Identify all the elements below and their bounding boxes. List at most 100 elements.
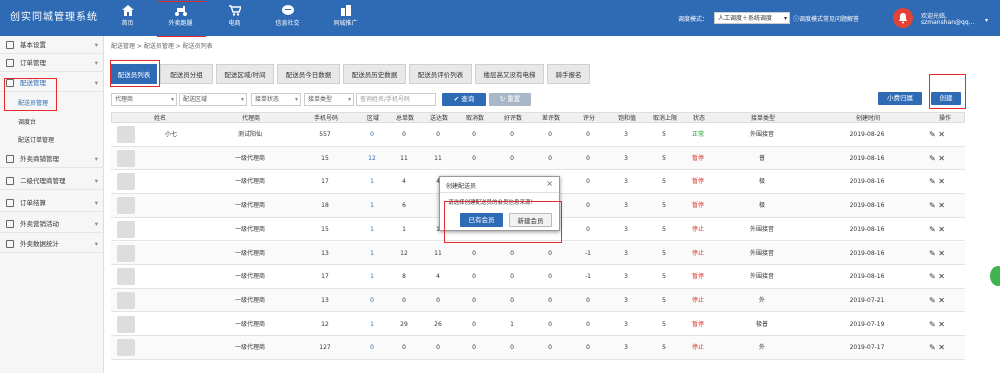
sidebar-item-delivery[interactable]: 配送管理 ▾ <box>0 74 104 92</box>
edit-icon[interactable]: ✎ <box>929 225 936 234</box>
nav-home[interactable]: 首页 <box>105 0 150 36</box>
cell-cancel: 0 <box>472 273 476 281</box>
dispatch-mode-label: 调度模式： <box>678 16 709 23</box>
delete-icon[interactable]: ✕ <box>936 177 945 186</box>
dispatch-mode-select[interactable]: 人工调度＋系统调度 ▾ <box>714 12 790 24</box>
cell-limit: 5 <box>662 202 666 210</box>
chevron-down-icon: ▾ <box>94 41 98 49</box>
edit-icon[interactable]: ✎ <box>929 272 936 281</box>
existing-member-button[interactable]: 已有会员 <box>460 213 503 227</box>
sidebar-item-shop-manage[interactable]: 外卖商铺管理 ▾ <box>0 150 104 168</box>
close-icon[interactable]: × <box>546 179 553 188</box>
cell-area: 12 <box>368 154 376 162</box>
query-button[interactable]: ✔ 查询 <box>442 93 486 106</box>
sidebar-sub-delivery-orders[interactable]: 配送订单管理 <box>0 133 104 148</box>
nav-social[interactable]: 信息社交 <box>265 0 310 36</box>
sidebar-item-label: 二级代理商管理 <box>20 177 66 185</box>
cell-type: 极 <box>758 178 765 186</box>
delete-icon[interactable]: ✕ <box>936 130 945 139</box>
avatar <box>117 126 135 143</box>
cell-status: 暂停 <box>691 178 704 186</box>
nav-promotion[interactable]: 同城推广 <box>323 0 368 36</box>
delete-icon[interactable]: ✕ <box>936 343 945 352</box>
edit-icon[interactable]: ✎ <box>929 296 936 305</box>
edit-icon[interactable]: ✎ <box>929 343 936 352</box>
sidebar-item-agent-manage[interactable]: 二级代理商管理 ▾ <box>0 172 104 190</box>
sidebar-item-basic-settings[interactable]: 基本设置 ▾ <box>0 36 104 54</box>
tab-history-data[interactable]: 配送员历史数据 <box>343 64 406 84</box>
cell-total: 12 <box>400 249 408 257</box>
sidebar-sub-dispatch[interactable]: 调度台 <box>0 115 104 130</box>
tab-reviews[interactable]: 配送员评价列表 <box>409 64 472 84</box>
chevron-down-icon: ▾ <box>170 96 174 103</box>
cell-type: 外 <box>758 344 765 352</box>
cell-date: 2019-08-16 <box>849 202 885 210</box>
sidebar-sub-courier-manage[interactable]: 配送员管理 <box>0 96 104 111</box>
tab-area-time[interactable]: 配送区域/时间 <box>216 64 274 84</box>
delete-icon[interactable]: ✕ <box>936 201 945 210</box>
area-select[interactable]: 配送区域 ▾ <box>179 93 247 106</box>
user-name[interactable]: szmanshan@qq... <box>921 19 974 26</box>
delete-icon[interactable]: ✕ <box>936 272 945 281</box>
cell-total: 6 <box>402 202 406 210</box>
cell-type: 外围接音 <box>749 273 774 281</box>
search-input[interactable]: 查询姓名/手机号码 <box>356 93 436 106</box>
chevron-down-icon[interactable]: ▾ <box>985 17 988 24</box>
agent-icon <box>6 177 14 185</box>
row-actions: ✎ ✕ <box>929 123 945 146</box>
cell-date: 2019-08-16 <box>849 249 885 257</box>
nav-takeout[interactable]: 外卖跑腿 <box>158 0 203 36</box>
edit-icon[interactable]: ✎ <box>929 249 936 258</box>
small-fee-button[interactable]: 小费归属 <box>878 92 922 105</box>
agent-select[interactable]: 代理商 ▾ <box>111 93 177 106</box>
tab-today-data[interactable]: 配送员今日数据 <box>277 64 340 84</box>
cell-good: 0 <box>510 131 514 138</box>
delete-icon[interactable]: ✕ <box>936 320 945 329</box>
edit-icon[interactable]: ✎ <box>929 201 936 210</box>
row-actions: ✎ ✕ <box>929 313 945 336</box>
cell-name <box>135 242 207 265</box>
cell-date: 2019-07-21 <box>849 296 885 304</box>
row-actions: ✎ ✕ <box>929 147 945 170</box>
cell-score: 0 <box>586 131 590 138</box>
cell-score: 0 <box>586 178 590 186</box>
reset-button[interactable]: ↻ 重置 <box>489 93 531 106</box>
cell-phone: 15 <box>321 154 329 162</box>
edit-icon[interactable]: ✎ <box>929 154 936 163</box>
sidebar-item-statistics[interactable]: 外卖数据统计 ▾ <box>0 235 104 253</box>
sidebar-item-settlement[interactable]: 订单结算 ▾ <box>0 194 104 212</box>
tab-courier-group[interactable]: 配送员分组 <box>160 64 213 84</box>
dispatch-help-link[interactable]: ⓘ调度模式常见问题解答 <box>793 14 859 23</box>
cell-area: 1 <box>370 249 374 257</box>
delete-icon[interactable]: ✕ <box>936 296 945 305</box>
cell-sat: 3 <box>624 296 628 304</box>
sidebar-item-orders[interactable]: 订单管理 ▾ <box>0 54 104 72</box>
avatar <box>117 315 135 333</box>
edit-icon[interactable]: ✎ <box>929 320 936 329</box>
delete-icon[interactable]: ✕ <box>936 249 945 258</box>
notification-bell-button[interactable] <box>893 8 913 28</box>
cell-status: 暂停 <box>691 320 704 328</box>
tab-no-elevator[interactable]: 楼层高又没有电梯 <box>475 64 544 84</box>
sidebar-item-marketing[interactable]: 外卖营销活动 ▾ <box>0 215 104 233</box>
dialog-title: 创建配送员 <box>446 183 477 190</box>
edit-icon[interactable]: ✎ <box>929 177 936 186</box>
delete-icon[interactable]: ✕ <box>936 154 945 163</box>
cell-delivered: 11 <box>434 249 442 257</box>
cell-area: 0 <box>370 131 374 138</box>
cell-agent: 一级代理商 <box>234 225 265 233</box>
create-courier-dialog: 创建配送员 × 请选择创建配送员的会员信息来源！ 已有会员 新建会员 <box>439 176 560 231</box>
edit-icon[interactable]: ✎ <box>929 130 936 139</box>
new-member-button[interactable]: 新建会员 <box>509 213 552 227</box>
tab-rider-signup[interactable]: 骑手报名 <box>547 64 590 84</box>
delete-icon[interactable]: ✕ <box>936 225 945 234</box>
type-select[interactable]: 接单类型 ▾ <box>304 93 354 106</box>
tab-courier-list[interactable]: 配送员列表 <box>111 64 157 84</box>
cell-limit: 5 <box>662 249 666 257</box>
chat-bubble-button[interactable] <box>990 266 1000 286</box>
status-select[interactable]: 接单状态 ▾ <box>251 93 301 106</box>
cell-name <box>135 313 207 336</box>
nav-ecommerce[interactable]: 电商 <box>212 0 257 36</box>
create-button[interactable]: 创建 <box>931 92 961 105</box>
dialog-message: 请选择创建配送员的会员信息来源！ <box>448 200 537 206</box>
